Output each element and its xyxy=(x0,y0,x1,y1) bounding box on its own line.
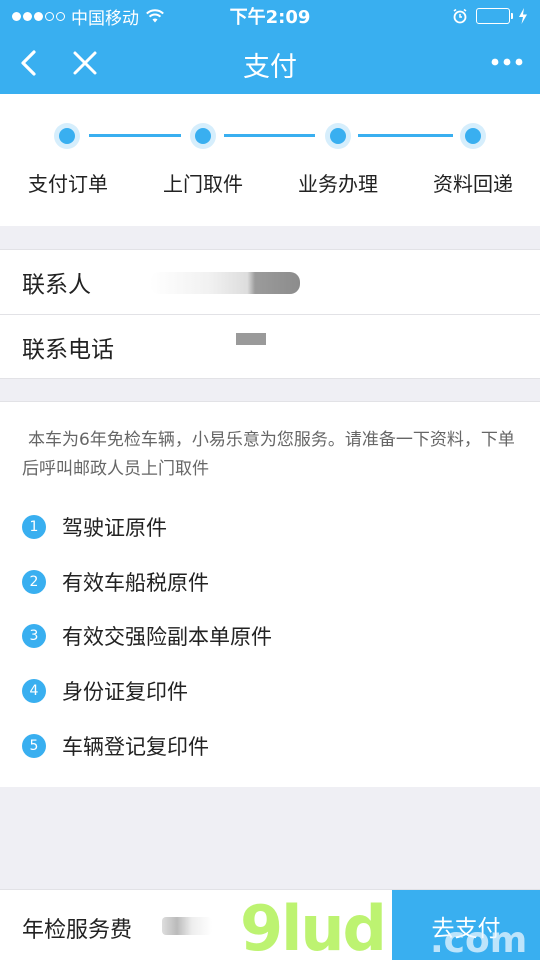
checkout-bar: 年检服务费 去支付 xyxy=(0,889,540,960)
step-connector xyxy=(358,134,453,137)
document-requirements: 本车为6年免检车辆，小易乐意为您服务。请准备一下资料，下单后呼叫邮政人员上门取件… xyxy=(0,401,540,787)
step-label: 上门取件 xyxy=(163,172,243,196)
carrier-name: 中国移动 xyxy=(71,8,139,29)
contact-phone-row[interactable]: 联系电话 xyxy=(0,314,540,378)
item-number-badge: 2 xyxy=(22,570,46,594)
contact-phone-value-redacted xyxy=(236,333,266,345)
contact-name-row[interactable]: 联系人 xyxy=(0,250,540,314)
step-label: 资料回递 xyxy=(433,172,513,196)
requirements-description: 本车为6年免检车辆，小易乐意为您服务。请准备一下资料，下单后呼叫邮政人员上门取件 xyxy=(22,430,515,479)
back-chevron-icon[interactable] xyxy=(14,46,44,80)
battery-icon xyxy=(476,8,513,24)
item-number-badge: 4 xyxy=(22,679,46,703)
fee-label: 年检服务费 xyxy=(22,918,133,943)
step-indicator xyxy=(325,123,351,149)
list-item: 3 有效交强险副本单原件 xyxy=(22,621,272,651)
contact-section: 联系人 联系电话 xyxy=(0,249,540,379)
alarm-icon xyxy=(453,8,467,24)
item-text: 有效车船税原件 xyxy=(62,571,209,595)
close-icon[interactable] xyxy=(70,46,100,80)
item-text: 车辆登记复印件 xyxy=(62,735,209,759)
step-label: 业务办理 xyxy=(298,172,378,196)
contact-name-label: 联系人 xyxy=(22,272,91,298)
step-label: 支付订单 xyxy=(28,172,108,196)
step-connector xyxy=(89,134,181,137)
signal-strength-icon xyxy=(12,11,65,21)
item-text: 有效交强险副本单原件 xyxy=(62,625,272,649)
item-text: 身份证复印件 xyxy=(62,680,188,704)
list-item: 1 驾驶证原件 xyxy=(22,512,167,542)
item-number-badge: 1 xyxy=(22,515,46,539)
item-text: 驾驶证原件 xyxy=(62,516,167,540)
list-item: 4 身份证复印件 xyxy=(22,676,188,706)
list-item: 5 车辆登记复印件 xyxy=(22,731,209,761)
step-indicator xyxy=(54,123,80,149)
more-dots-icon[interactable] xyxy=(490,52,524,72)
nav-bar: 支付 xyxy=(0,32,540,94)
header: 中国移动 下午2:09 支付 xyxy=(0,0,540,94)
pay-button[interactable]: 去支付 xyxy=(392,890,540,960)
step-connector xyxy=(224,134,315,137)
contact-name-value-redacted xyxy=(150,272,300,294)
list-item: 2 有效车船税原件 xyxy=(22,567,209,597)
item-number-badge: 3 xyxy=(22,624,46,648)
item-number-badge: 5 xyxy=(22,734,46,758)
step-progress: 支付订单 上门取件 业务办理 资料回递 xyxy=(0,94,540,226)
status-bar: 中国移动 下午2:09 xyxy=(0,0,540,32)
charging-bolt-icon xyxy=(519,8,527,24)
step-indicator xyxy=(190,123,216,149)
wifi-icon xyxy=(146,9,164,23)
contact-phone-label: 联系电话 xyxy=(22,336,114,363)
fee-amount-redacted xyxy=(162,917,212,935)
step-indicator xyxy=(460,123,486,149)
